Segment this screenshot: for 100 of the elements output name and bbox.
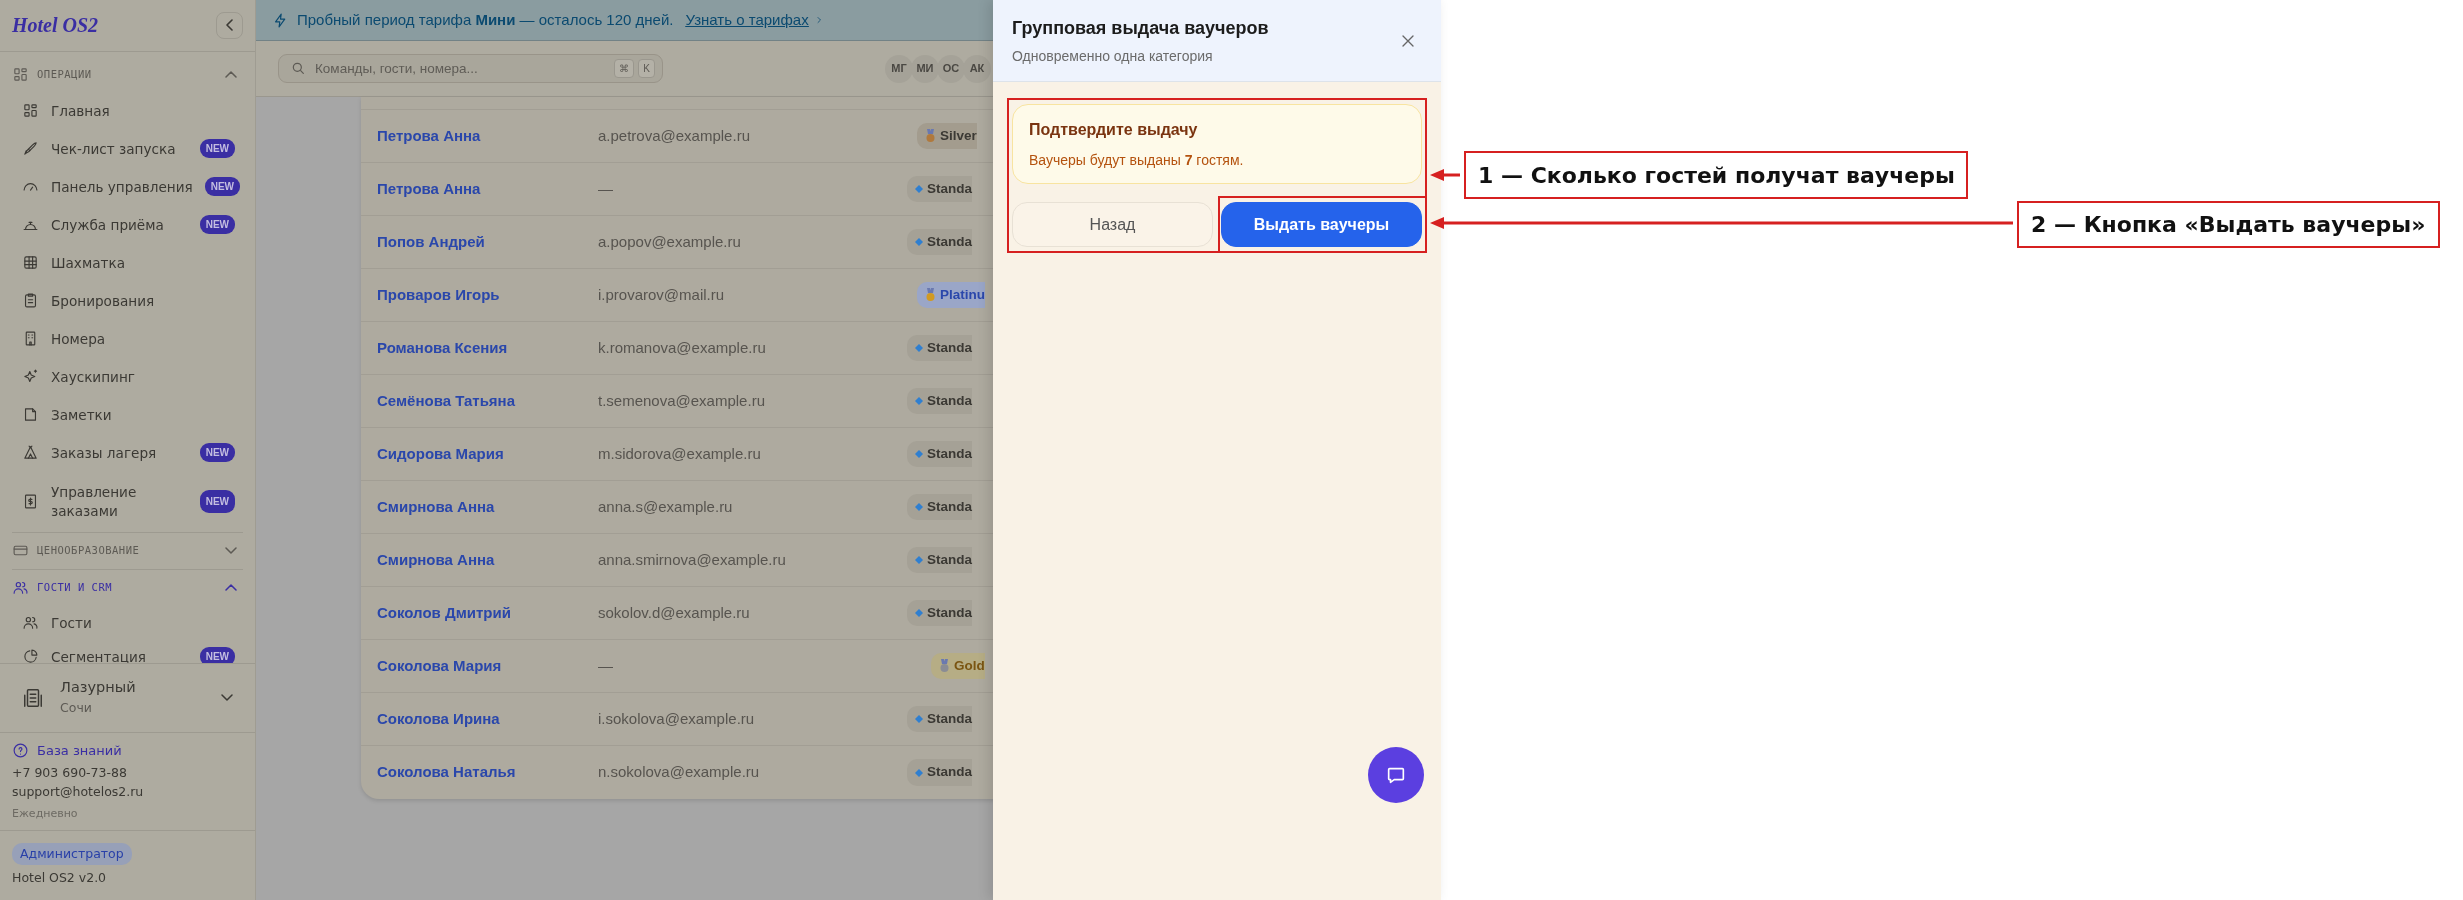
guest-name-link[interactable]: Проваров Игорь xyxy=(361,283,598,307)
back-button[interactable]: Назад xyxy=(1012,202,1213,247)
drawer-title: Групповая выдача ваучеров xyxy=(1012,16,1270,40)
nav-item[interactable]: Шахматка xyxy=(12,243,243,282)
guest-name-link[interactable]: Смирнова Анна xyxy=(361,548,598,572)
nav-item[interactable]: Гости xyxy=(12,605,243,640)
alert-title: Подтвердите выдачу xyxy=(1029,119,1199,140)
tier-badge: Standa xyxy=(907,387,972,415)
user-avatar[interactable]: МГ xyxy=(885,54,913,83)
diamond-icon xyxy=(915,768,923,777)
nav-item[interactable]: Заметки xyxy=(12,395,243,434)
new-badge: NEW xyxy=(204,177,241,197)
tier-badge: Silver xyxy=(917,122,977,150)
grid-icon xyxy=(12,66,29,84)
guest-name-link[interactable]: Соколова Наталья xyxy=(361,761,598,784)
guest-email: a.petrova@example.ru xyxy=(598,125,751,146)
guest-email: m.sidorova@example.ru xyxy=(598,443,762,464)
shortcut-key: ⌘ xyxy=(614,59,635,78)
guest-email: a.popov@example.ru xyxy=(598,231,742,252)
tier-badge: Standa xyxy=(907,228,972,256)
nav-item[interactable]: Управление заказами NEW xyxy=(12,471,243,532)
guest-name-link[interactable]: Смирнова Анна xyxy=(361,495,598,519)
medal-icon xyxy=(939,659,950,673)
callout-label: 2 — Кнопка «Выдать ваучеры» xyxy=(2017,201,2440,248)
tier-badge: Standa xyxy=(907,705,972,733)
tier-badge: Standa xyxy=(907,334,972,362)
guest-name-link[interactable]: Петрова Анна xyxy=(361,124,598,148)
callout-label: 1 — Сколько гостей получат ваучеры xyxy=(1464,151,1968,199)
tier-badge: Standa xyxy=(907,759,972,786)
guest-name-link[interactable]: Семёнова Татьяна xyxy=(361,389,598,413)
alert-text: Ваучеры будут выданы 7 гостям. xyxy=(1029,150,1245,170)
section-header[interactable]: ЦЕНООБРАЗОВАНИЕ xyxy=(12,532,243,569)
nav-item[interactable]: Чек-лист запуска NEW xyxy=(12,129,243,168)
users-icon xyxy=(12,579,29,597)
knowledge-base-link[interactable]: База знаний xyxy=(12,740,243,760)
section-header[interactable]: ОПЕРАЦИИ xyxy=(12,57,243,92)
nav-item[interactable]: Бронирования xyxy=(12,281,243,320)
guest-name-link[interactable]: Соколова Мария xyxy=(361,654,598,678)
diamond-icon xyxy=(915,344,923,352)
tier-badge: Standa xyxy=(907,440,972,468)
callout-arrow xyxy=(1430,169,1460,181)
nav-item[interactable]: Главная xyxy=(12,91,243,130)
clipboard-icon xyxy=(22,292,39,310)
diamond-icon xyxy=(915,609,923,617)
chevron-up-icon xyxy=(225,71,237,79)
new-badge: NEW xyxy=(199,647,235,663)
chat-button[interactable] xyxy=(1368,747,1424,803)
trial-notice: Пробный период тарифа Мини — осталось 120 дней. xyxy=(297,9,674,30)
user-avatar[interactable]: МИ xyxy=(911,54,939,83)
guest-email: i.provarov@mail.ru xyxy=(598,284,726,305)
support-email: support@hotelos2.ru xyxy=(12,782,145,801)
tier-badge: Standa xyxy=(907,175,972,203)
support-hours: Ежедневно xyxy=(12,805,79,822)
support-phone: +7 903 690-73-88 xyxy=(12,764,128,782)
nav-item[interactable]: Панель управления NEW xyxy=(12,167,243,206)
new-badge: NEW xyxy=(199,443,235,463)
nav-item[interactable]: Хаускипинг xyxy=(12,357,243,396)
user-avatar[interactable]: АК xyxy=(963,54,991,83)
new-badge: NEW xyxy=(199,139,235,159)
guest-name-link[interactable]: Соколова Ирина xyxy=(361,707,598,731)
guest-name-link[interactable]: Романова Ксения xyxy=(361,336,598,360)
nav-item[interactable]: Заказы лагеря NEW xyxy=(12,433,243,472)
diamond-icon xyxy=(915,397,923,405)
guest-name-link[interactable]: Петрова Анна xyxy=(361,177,598,201)
collapse-button[interactable] xyxy=(216,11,243,39)
grid-icon xyxy=(22,102,39,120)
property-city: Сочи xyxy=(60,699,93,718)
plans-link[interactable]: Узнать о тарифах xyxy=(685,8,825,32)
tent-icon xyxy=(22,444,39,462)
issue-vouchers-button[interactable]: Выдать ваучеры xyxy=(1221,202,1422,247)
nav-item[interactable]: Сегментация NEW xyxy=(12,639,243,663)
guest-email: anna.smirnova@example.ru xyxy=(598,549,787,570)
role-badge: Администратор xyxy=(12,842,132,866)
user-avatar[interactable]: ОС xyxy=(937,54,965,83)
guest-email: anna.s@example.ru xyxy=(598,496,734,517)
nav-item[interactable]: Служба приёма NEW xyxy=(12,205,243,244)
guest-name-link[interactable]: Соколов Дмитрий xyxy=(361,601,598,625)
new-badge: NEW xyxy=(199,215,235,235)
medal-icon xyxy=(925,288,936,302)
guest-email: k.romanova@example.ru xyxy=(598,337,767,358)
chevron-down-icon xyxy=(225,547,237,555)
shortcut-key: K xyxy=(638,59,655,78)
guest-name-link[interactable]: Попов Андрей xyxy=(361,230,598,254)
section-header[interactable]: ГОСТИ И CRM xyxy=(12,569,243,606)
guest-email: i.sokolova@example.ru xyxy=(598,708,756,729)
guest-name-link[interactable]: Сидорова Мария xyxy=(361,442,598,466)
new-badge: NEW xyxy=(199,490,235,514)
table-icon xyxy=(22,254,39,272)
medal-icon xyxy=(925,129,936,143)
diamond-icon xyxy=(915,715,923,723)
guest-email: t.semenova@example.ru xyxy=(598,390,766,411)
note-icon xyxy=(22,406,39,424)
chevron-left-icon xyxy=(226,19,233,32)
receipt-icon xyxy=(22,493,39,511)
diamond-icon xyxy=(915,238,923,246)
chevron-up-icon xyxy=(225,584,237,592)
nav-item[interactable]: Номера xyxy=(12,319,243,358)
users-icon xyxy=(22,614,39,632)
tier-badge: Platinu xyxy=(917,281,985,309)
property-selector[interactable]: Лазурный Сочи xyxy=(0,662,255,732)
